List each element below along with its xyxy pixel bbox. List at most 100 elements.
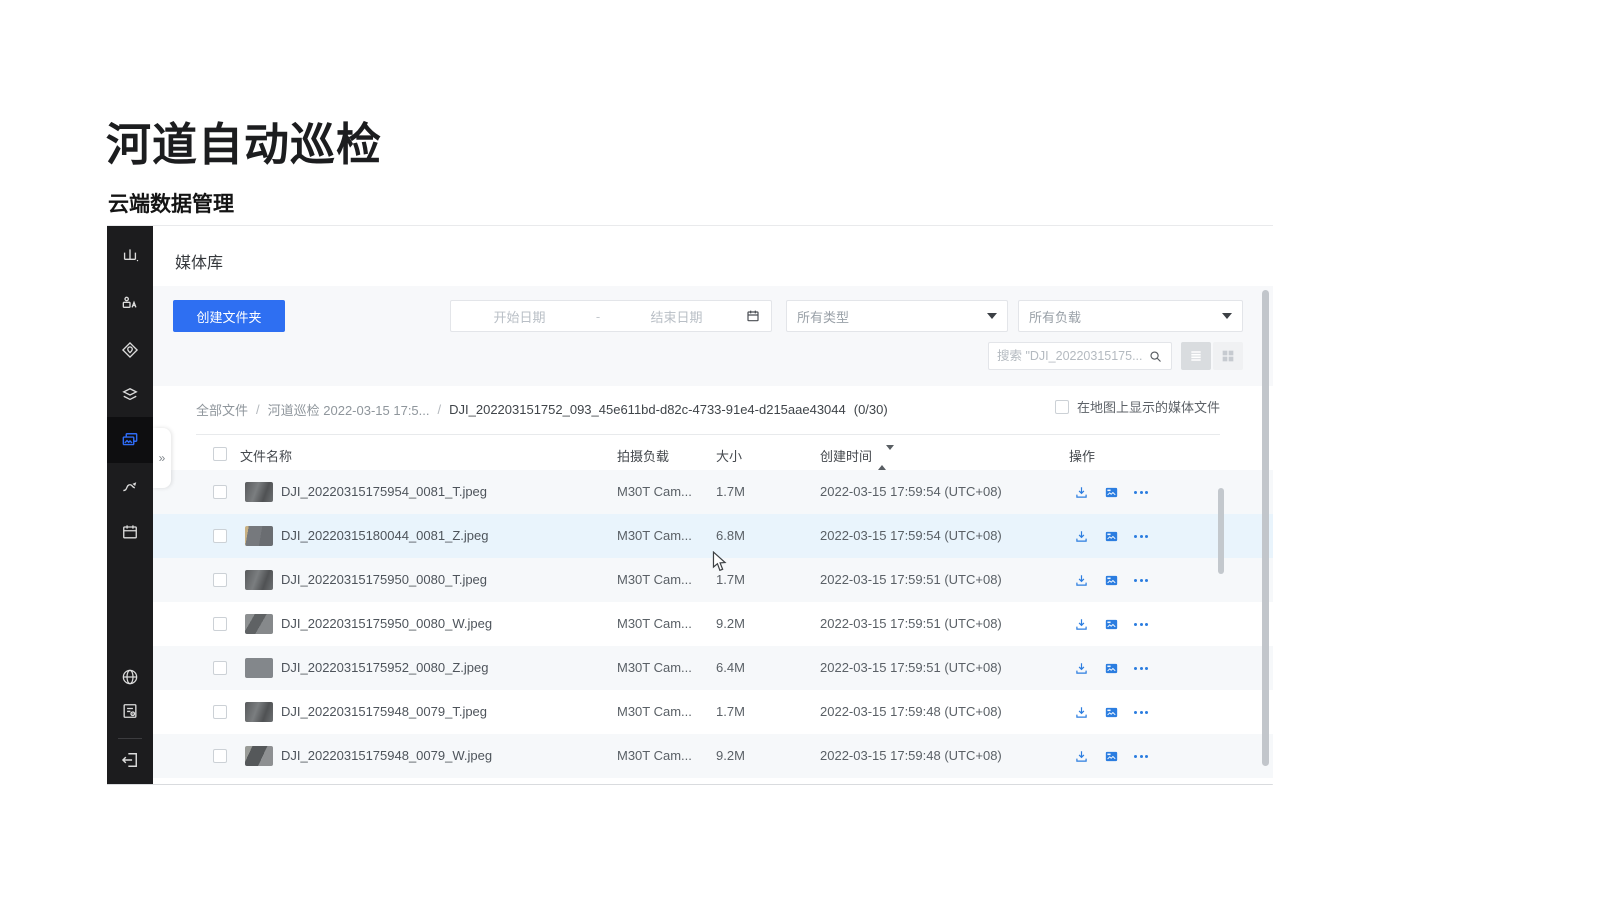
- breadcrumb-current: DJI_202203151752_093_45e611bd-d82c-4733-…: [449, 402, 846, 417]
- sidebar-expand-handle[interactable]: »: [153, 428, 171, 488]
- table-row[interactable]: DJI_20220315175950_0080_T.jpeg M30T Cam.…: [153, 558, 1273, 602]
- table-row[interactable]: DJI_20220315180044_0081_Z.jpeg M30T Cam.…: [153, 514, 1273, 558]
- list-view-button[interactable]: [1181, 342, 1211, 370]
- map-view-icon[interactable]: [1101, 702, 1121, 722]
- file-name[interactable]: DJI_20220315175948_0079_T.jpeg: [281, 704, 487, 719]
- date-range-picker[interactable]: 开始日期 - 结束日期: [450, 300, 772, 332]
- more-icon[interactable]: [1131, 482, 1151, 502]
- file-thumbnail[interactable]: [245, 570, 273, 590]
- map-view-icon[interactable]: [1101, 614, 1121, 634]
- select-all-checkbox[interactable]: [213, 447, 227, 461]
- sidebar: [107, 226, 153, 784]
- sidebar-item-exit[interactable]: [112, 742, 148, 778]
- map-view-icon[interactable]: [1101, 570, 1121, 590]
- file-name[interactable]: DJI_20220315175950_0080_W.jpeg: [281, 616, 492, 631]
- column-header-payload: 拍摄负载: [617, 446, 669, 465]
- breadcrumb-root[interactable]: 全部文件: [196, 400, 248, 419]
- more-icon[interactable]: [1131, 658, 1151, 678]
- map-view-icon[interactable]: [1101, 746, 1121, 766]
- panel-title: 媒体库: [175, 249, 223, 273]
- row-checkbox[interactable]: [213, 617, 227, 631]
- map-view-icon[interactable]: [1101, 658, 1121, 678]
- create-folder-button[interactable]: 创建文件夹: [173, 300, 285, 332]
- file-created-time: 2022-03-15 17:59:48 (UTC+08): [820, 748, 1002, 763]
- sidebar-divider: [118, 738, 142, 739]
- row-checkbox[interactable]: [213, 573, 227, 587]
- map-view-icon[interactable]: [1101, 482, 1121, 502]
- sidebar-item-layers[interactable]: [112, 377, 148, 413]
- grid-view-icon: [1220, 348, 1236, 364]
- table-row[interactable]: DJI_20220315175952_0080_Z.jpeg M30T Cam.…: [153, 646, 1273, 690]
- exit-icon: [120, 750, 140, 770]
- sidebar-item-language[interactable]: [112, 659, 148, 695]
- search-icon[interactable]: [1148, 349, 1163, 364]
- media-library-panel: 媒体库 创建文件夹 开始日期 - 结束日期 所有类型: [153, 226, 1273, 784]
- file-payload: M30T Cam...: [617, 616, 692, 631]
- chevron-right-icon: »: [159, 451, 166, 465]
- sort-icon[interactable]: [878, 450, 894, 465]
- download-icon[interactable]: [1071, 614, 1091, 634]
- download-icon[interactable]: [1071, 526, 1091, 546]
- file-name[interactable]: DJI_20220315175954_0081_T.jpeg: [281, 484, 487, 499]
- more-icon[interactable]: [1131, 746, 1151, 766]
- sidebar-item-devices[interactable]: [112, 286, 148, 322]
- file-name[interactable]: DJI_20220315180044_0081_Z.jpeg: [281, 528, 488, 543]
- file-thumbnail[interactable]: [245, 658, 273, 678]
- file-name[interactable]: DJI_20220315175952_0080_Z.jpeg: [281, 660, 488, 675]
- row-checkbox[interactable]: [213, 485, 227, 499]
- payload-filter-dropdown[interactable]: 所有负载: [1018, 300, 1243, 332]
- sidebar-item-logs[interactable]: [112, 693, 148, 729]
- file-list: DJI_20220315175954_0081_T.jpeg M30T Cam.…: [153, 470, 1273, 778]
- table-row[interactable]: DJI_20220315175948_0079_T.jpeg M30T Cam.…: [153, 690, 1273, 734]
- table-row[interactable]: DJI_20220315175948_0079_W.jpeg M30T Cam.…: [153, 734, 1273, 778]
- file-payload: M30T Cam...: [617, 660, 692, 675]
- file-thumbnail[interactable]: [245, 614, 273, 634]
- search-box: [988, 342, 1172, 370]
- file-thumbnail[interactable]: [245, 482, 273, 502]
- file-name[interactable]: DJI_20220315175948_0079_W.jpeg: [281, 748, 492, 763]
- download-icon[interactable]: [1071, 702, 1091, 722]
- breadcrumb-folder[interactable]: 河道巡检 2022-03-15 17:5...: [268, 400, 430, 419]
- grid-view-button[interactable]: [1213, 342, 1243, 370]
- more-icon[interactable]: [1131, 702, 1151, 722]
- table-row[interactable]: DJI_20220315175950_0080_W.jpeg M30T Cam.…: [153, 602, 1273, 646]
- search-input[interactable]: [997, 349, 1148, 363]
- map-view-icon[interactable]: [1101, 526, 1121, 546]
- more-icon[interactable]: [1131, 526, 1151, 546]
- sidebar-item-calendar[interactable]: [112, 514, 148, 550]
- toolbar: 创建文件夹 开始日期 - 结束日期 所有类型 所有负载: [153, 286, 1273, 386]
- download-icon[interactable]: [1071, 658, 1091, 678]
- download-icon[interactable]: [1071, 746, 1091, 766]
- file-thumbnail[interactable]: [245, 526, 273, 546]
- page-scrollbar[interactable]: [1262, 290, 1269, 766]
- start-date-placeholder[interactable]: 开始日期: [451, 307, 588, 326]
- table-row[interactable]: DJI_20220315175954_0081_T.jpeg M30T Cam.…: [153, 470, 1273, 514]
- file-created-time: 2022-03-15 17:59:51 (UTC+08): [820, 572, 1002, 587]
- column-header-name: 文件名称: [240, 446, 292, 465]
- sidebar-item-routes[interactable]: [112, 468, 148, 504]
- table-scrollbar[interactable]: [1218, 488, 1224, 574]
- file-thumbnail[interactable]: [245, 746, 273, 766]
- row-checkbox[interactable]: [213, 661, 227, 675]
- chevron-down-icon: [987, 313, 997, 319]
- media-library-app: » 媒体库 创建文件夹 开始日期 - 结束日期 所有类型: [107, 225, 1273, 785]
- file-thumbnail[interactable]: [245, 702, 273, 722]
- file-name[interactable]: DJI_20220315175950_0080_T.jpeg: [281, 572, 487, 587]
- type-filter-dropdown[interactable]: 所有类型: [786, 300, 1008, 332]
- show-on-map-checkbox[interactable]: [1055, 400, 1069, 414]
- sidebar-item-media-library[interactable]: [112, 422, 148, 458]
- row-checkbox[interactable]: [213, 705, 227, 719]
- file-created-time: 2022-03-15 17:59:54 (UTC+08): [820, 528, 1002, 543]
- show-on-map-toggle[interactable]: 在地图上显示的媒体文件: [1055, 397, 1220, 416]
- file-size: 6.4M: [716, 660, 745, 675]
- row-checkbox[interactable]: [213, 749, 227, 763]
- row-checkbox[interactable]: [213, 529, 227, 543]
- end-date-placeholder[interactable]: 结束日期: [608, 307, 745, 326]
- sidebar-item-map-pin[interactable]: [112, 332, 148, 368]
- more-icon[interactable]: [1131, 614, 1151, 634]
- page-title: 河道自动巡检: [106, 108, 382, 173]
- more-icon[interactable]: [1131, 570, 1151, 590]
- sidebar-item-projects[interactable]: [112, 238, 148, 274]
- download-icon[interactable]: [1071, 570, 1091, 590]
- download-icon[interactable]: [1071, 482, 1091, 502]
